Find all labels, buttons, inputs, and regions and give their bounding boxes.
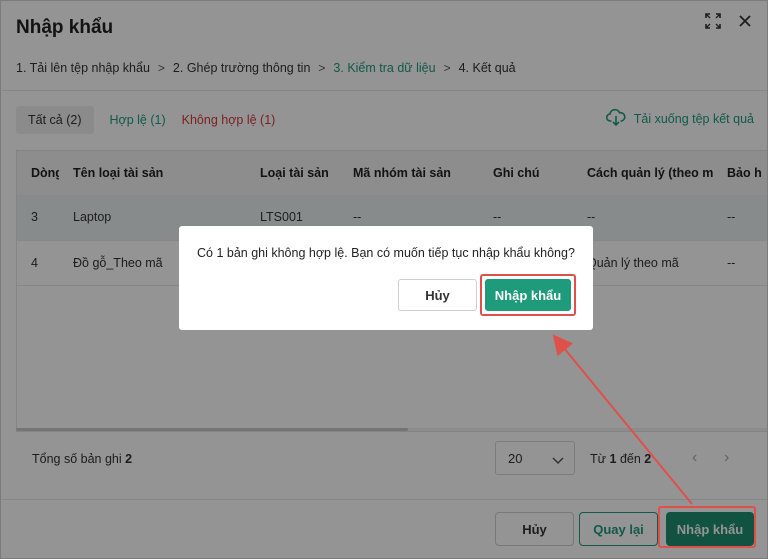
confirm-dialog: Có 1 bản ghi không hợp lệ. Bạn có muốn t… <box>179 226 593 330</box>
highlight-box <box>658 506 756 548</box>
confirm-import-button[interactable]: Nhập khẩu <box>485 279 571 311</box>
confirm-message: Có 1 bản ghi không hợp lệ. Bạn có muốn t… <box>197 246 575 260</box>
confirm-cancel-button[interactable]: Hủy <box>398 279 477 311</box>
